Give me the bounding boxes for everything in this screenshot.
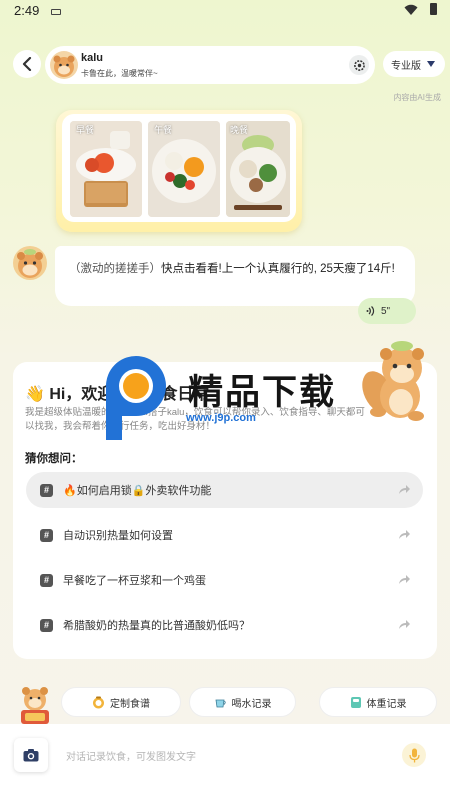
meal-image-card[interactable]: 早餐 午餐 晚餐 — [56, 110, 302, 232]
sound-wave-icon — [366, 306, 375, 316]
back-button[interactable] — [13, 50, 41, 78]
voice-duration: 5" — [381, 305, 391, 317]
chat-input-field[interactable]: 对话记录饮食，可发图发文字 — [66, 748, 196, 763]
forward-arrow-icon — [399, 575, 410, 584]
meal-photo-dinner: 晚餐 — [226, 121, 290, 217]
hash-icon: # — [40, 573, 53, 587]
mini-mascot-illustration — [21, 687, 49, 724]
pro-version-label: 专业版 — [391, 60, 421, 72]
hash-icon: # — [40, 618, 53, 632]
quick-action-label: 定制食谱 — [110, 698, 150, 710]
suggestion-text: 自动识别热量如何设置 — [63, 530, 173, 542]
hash-icon: # — [40, 483, 53, 497]
quick-action-label: 喝水记录 — [231, 698, 272, 710]
forward-arrow-icon — [399, 620, 410, 629]
status-bar: 2:49 — [0, 0, 450, 24]
quick-action-label: 体重记录 — [366, 698, 407, 710]
suggestions-heading: 猜你想问： — [25, 453, 83, 465]
gear-icon — [353, 59, 365, 71]
ai-generated-note: 内容由AI生成 — [393, 93, 441, 102]
recipe-icon — [93, 696, 104, 708]
suggestion-text: 早餐吃了一杯豆浆和一个鸡蛋 — [63, 575, 206, 587]
mascot-avatar-icon — [53, 55, 75, 77]
suggestion-item[interactable]: # 希腊酸奶的热量真的比普通酸奶低吗？ — [26, 607, 423, 643]
voice-play-button[interactable]: 5" — [358, 298, 416, 324]
forward-arrow-icon — [399, 485, 410, 494]
avatar — [50, 51, 78, 79]
quick-action-recipe[interactable]: 定制食谱 — [61, 687, 181, 717]
bot-avatar — [13, 246, 47, 280]
settings-button[interactable] — [349, 55, 369, 75]
quick-action-water[interactable]: 喝水记录 — [189, 687, 296, 717]
suggestion-item[interactable]: # 早餐吃了一杯豆浆和一个鸡蛋 — [26, 562, 423, 598]
meal-label-breakfast: 早餐 — [76, 125, 95, 135]
meal-photo-lunch: 午餐 — [148, 121, 220, 217]
suggestion-item[interactable]: # 自动识别热量如何设置 — [26, 517, 423, 553]
status-time: 2:49 — [14, 3, 40, 18]
message-prefix: （激动的搓搓手） — [69, 263, 161, 275]
profile-name: kalu — [81, 52, 104, 64]
watermark-url: www.j9p.com — [186, 412, 256, 424]
mascot-illustration — [362, 341, 424, 421]
profile-pill[interactable]: kalu 卡鲁在此，温暖常伴~ — [45, 46, 375, 84]
camera-icon — [23, 749, 39, 762]
chevron-left-icon — [22, 57, 32, 71]
bot-message-bubble: （激动的搓搓手）快点击看看!上一个认真履行的, 25天瘦了14斤! — [55, 246, 415, 306]
cup-icon — [215, 699, 226, 707]
pro-version-button[interactable]: 专业版 — [383, 51, 445, 77]
watermark-text: 精品下载 — [188, 373, 337, 412]
notification-icon — [51, 9, 61, 15]
microphone-icon — [408, 748, 420, 762]
suggestion-text: 🔥如何启用锁🔒外卖软件功能 — [63, 485, 212, 497]
quick-action-weight[interactable]: 体重记录 — [319, 687, 437, 717]
meal-photo-breakfast: 早餐 — [70, 121, 142, 217]
hash-icon: # — [40, 528, 53, 542]
suggestion-text: 希腊酸奶的热量真的比普通酸奶低吗？ — [63, 620, 250, 632]
watermark-logo — [106, 356, 166, 440]
profile-subtitle: 卡鲁在此，温暖常伴~ — [81, 69, 158, 78]
voice-input-button[interactable] — [402, 743, 426, 767]
battery-icon — [430, 3, 437, 15]
message-text: 快点击看看!上一个认真履行的, 25天瘦了14斤! — [161, 263, 395, 275]
wifi-icon — [404, 4, 418, 15]
meal-label-dinner: 晚餐 — [230, 125, 249, 135]
scale-icon — [350, 696, 361, 708]
chat-input-bar: 对话记录饮食，可发图发文字 — [0, 724, 450, 800]
meal-collage: 早餐 午餐 晚餐 — [62, 114, 296, 222]
mascot-avatar-icon — [17, 249, 43, 278]
suggestion-item[interactable]: # 🔥如何启用锁🔒外卖软件功能 — [26, 472, 423, 508]
dropdown-triangle-icon — [427, 61, 435, 67]
camera-button[interactable] — [14, 738, 48, 772]
forward-arrow-icon — [399, 530, 410, 539]
meal-label-lunch: 午餐 — [154, 125, 173, 135]
